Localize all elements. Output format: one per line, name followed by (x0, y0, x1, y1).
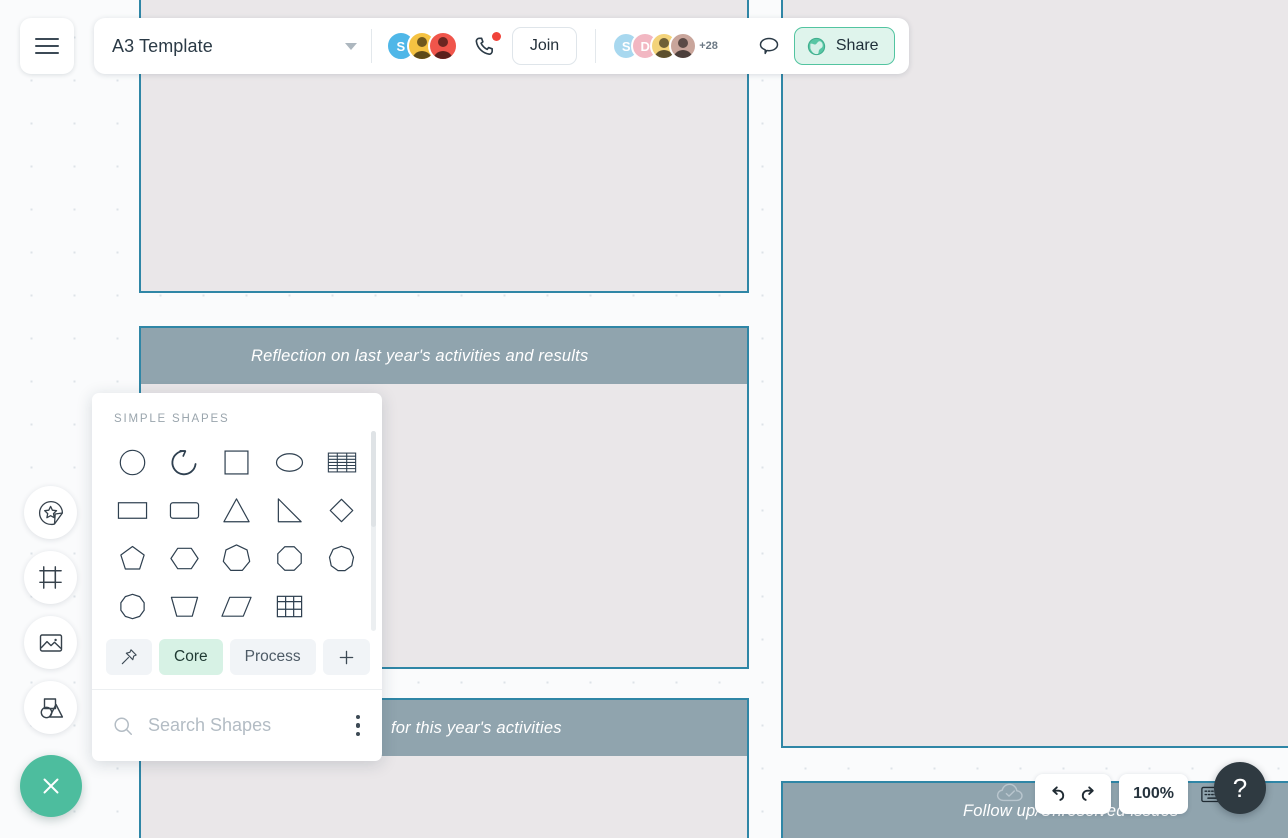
shape-grid-empty (316, 583, 368, 629)
search-input[interactable]: Search Shapes (148, 715, 338, 736)
tab-label: Core (174, 648, 208, 665)
help-button[interactable]: ? (1214, 762, 1266, 814)
shape-category-tabs: Core Process (92, 631, 382, 689)
triangle-shape[interactable] (211, 487, 263, 533)
bottom-toolbar: 100% (995, 774, 1230, 814)
parallelogram-shape[interactable] (211, 583, 263, 629)
top-toolbar: A3 Template S Join S D +28 Share (94, 18, 909, 74)
pin-icon[interactable] (106, 639, 152, 675)
tab-label: Process (244, 648, 301, 665)
hamburger-menu-icon[interactable] (20, 18, 74, 74)
decagon-shape[interactable] (106, 583, 158, 629)
join-button[interactable]: Join (511, 27, 578, 65)
shapes-section-title: SIMPLE SHAPES (114, 413, 230, 425)
ellipse-shape[interactable] (263, 439, 315, 485)
frame-body (141, 756, 747, 838)
square-shape[interactable] (211, 439, 263, 485)
page-title[interactable]: A3 Template (112, 36, 213, 57)
comment-bubble-icon[interactable] (752, 29, 786, 63)
circle-shape[interactable] (106, 439, 158, 485)
phone-call-icon[interactable] (468, 29, 502, 63)
table-grid-shape[interactable] (263, 583, 315, 629)
pentagon-shape[interactable] (106, 535, 158, 581)
avatar[interactable] (669, 32, 698, 60)
avatar-initial: S (621, 38, 631, 54)
tool-rail (24, 486, 77, 746)
viewer-avatars: S D +28 (612, 32, 718, 60)
kebab-menu-icon[interactable] (352, 711, 365, 741)
octagon-shape[interactable] (263, 535, 315, 581)
panel-scrollbar[interactable] (371, 431, 376, 631)
undo-redo-group (1035, 774, 1112, 814)
cloud-saved-icon (995, 779, 1025, 809)
nonagon-shape[interactable] (316, 535, 368, 581)
redo-arrow-icon[interactable] (1078, 783, 1101, 806)
shape-grid (92, 425, 382, 631)
divider (595, 29, 597, 63)
avatar-initial: D (640, 38, 650, 54)
rounded-rectangle-shape[interactable] (158, 487, 210, 533)
right-triangle-shape[interactable] (263, 487, 315, 533)
shapes-panel: SIMPLE SHAPES Core Process Search Shapes (92, 393, 382, 761)
avatar[interactable] (427, 31, 458, 61)
help-label: ? (1232, 772, 1248, 803)
sticker-star-icon[interactable] (24, 486, 77, 539)
frame-header-label: for this year's activities (391, 718, 562, 737)
shape-search-row: Search Shapes (92, 689, 382, 761)
call-participants: S (385, 31, 458, 61)
image-icon[interactable] (24, 616, 77, 669)
viewers-overflow-count[interactable]: +28 (699, 40, 718, 52)
hexagon-shape[interactable] (158, 535, 210, 581)
search-icon (112, 715, 134, 737)
diamond-shape[interactable] (316, 487, 368, 533)
frame-icon[interactable] (24, 551, 77, 604)
call-badge (491, 32, 501, 41)
canvas-frame[interactable] (781, 0, 1288, 748)
zoom-control[interactable]: 100% (1119, 774, 1188, 814)
plus-icon[interactable] (322, 639, 370, 675)
join-label: Join (529, 37, 560, 54)
share-button[interactable]: Share (793, 27, 895, 65)
tab-core[interactable]: Core (159, 639, 223, 675)
table-rows-shape[interactable] (316, 439, 368, 485)
globe-icon (806, 36, 827, 57)
rectangle-shape[interactable] (106, 487, 158, 533)
share-label: Share (835, 37, 879, 54)
tab-process[interactable]: Process (229, 639, 316, 675)
frame-header: Reflection on last year's activities and… (141, 328, 747, 384)
shapes-icon[interactable] (24, 681, 77, 734)
close-x-icon[interactable] (20, 755, 82, 817)
arc-shape[interactable] (158, 439, 210, 485)
trapezoid-shape[interactable] (158, 583, 210, 629)
avatar-initial: S (396, 38, 406, 54)
undo-arrow-icon[interactable] (1045, 783, 1068, 806)
frame-body (783, 0, 1288, 746)
heptagon-shape[interactable] (211, 535, 263, 581)
divider (370, 29, 372, 63)
frame-header-label: Reflection on last year's activities and… (251, 346, 589, 365)
chevron-down-icon[interactable] (344, 42, 357, 50)
zoom-level-label: 100% (1133, 785, 1174, 802)
